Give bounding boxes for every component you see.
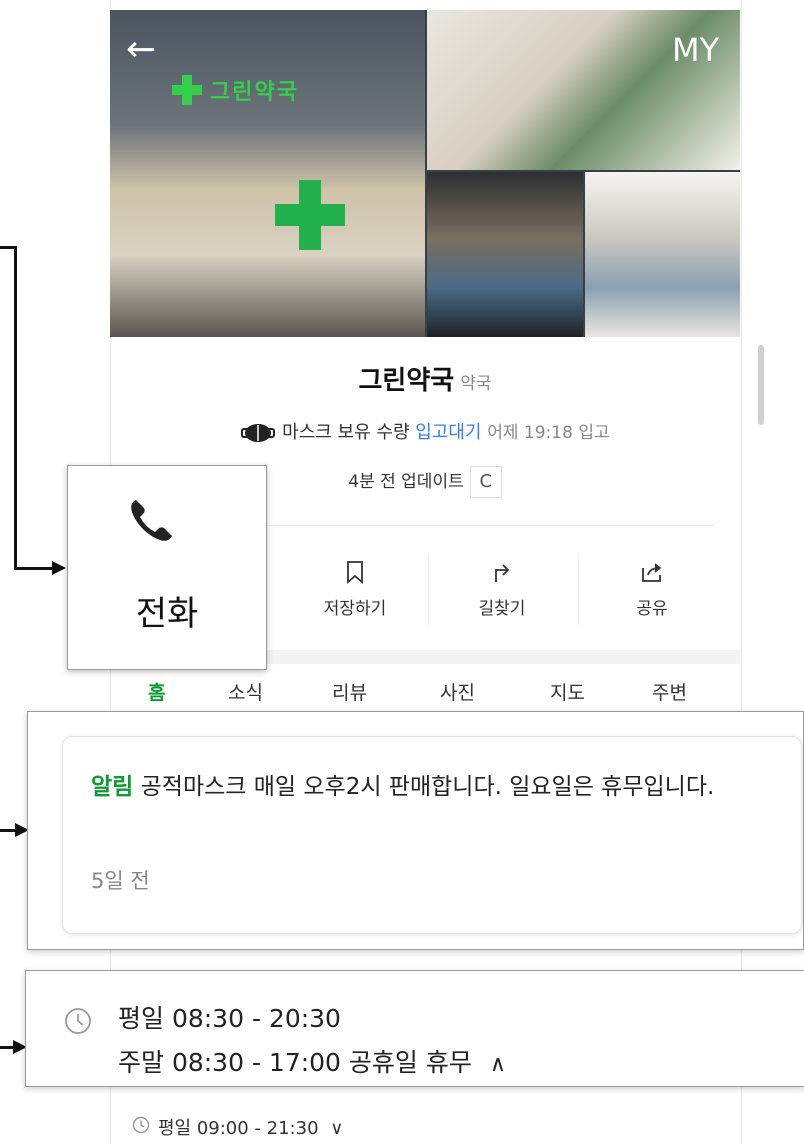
place-name: 그린약국	[358, 366, 455, 396]
save-button[interactable]: 저장하기	[285, 560, 425, 619]
clock-icon	[65, 1008, 91, 1034]
store-sign-text: 그린약국	[210, 80, 299, 105]
mask-label: 마스크 보유 수량	[282, 422, 410, 443]
arrowhead-icon	[52, 561, 66, 575]
directions-button[interactable]: 길찾기	[432, 560, 572, 619]
connector-line	[14, 567, 56, 570]
tab-nearby[interactable]: 주변	[652, 678, 687, 705]
hours-weekend: 주말 08:30 - 17:00 공휴일 휴무	[118, 1048, 472, 1077]
mask-stock-time: 어제 19:18 입고	[487, 423, 610, 443]
place-title-row: 그린약국 약국	[110, 360, 740, 397]
refresh-icon[interactable]: C	[469, 466, 502, 498]
storefront-photo[interactable]	[110, 10, 425, 337]
tab-news[interactable]: 소식	[228, 678, 263, 705]
tab-photos[interactable]: 사진	[440, 678, 475, 705]
hours-callout[interactable]: 평일 08:30 - 20:30 주말 08:30 - 17:00 공휴일 휴무…	[25, 970, 804, 1087]
directions-icon	[432, 560, 572, 594]
pharmacy-cross-icon	[172, 75, 202, 105]
divider	[578, 555, 579, 625]
share-button[interactable]: 공유	[582, 560, 722, 619]
notice-message: 공적마스크 매일 오후2시 판매합니다. 일요일은 휴무입니다.	[140, 774, 715, 800]
update-text: 4분 전 업데이트	[348, 472, 464, 492]
tab-reviews[interactable]: 리뷰	[332, 678, 367, 705]
tab-bar: 홈 소식 리뷰 사진 지도 주변	[110, 678, 740, 712]
tab-map[interactable]: 지도	[550, 678, 585, 705]
notice-card[interactable]: 알림 공적마스크 매일 오후2시 판매합니다. 일요일은 휴무입니다. 5일 전	[62, 736, 802, 934]
hours-summary: 평일 09:00 - 21:30	[158, 1118, 319, 1139]
divider	[265, 525, 715, 526]
notice-text-block: 알림 공적마스크 매일 오후2시 판매합니다. 일요일은 휴무입니다.	[91, 767, 771, 807]
phone-icon	[131, 500, 172, 541]
share-icon	[582, 560, 722, 594]
my-button[interactable]: MY	[672, 32, 719, 68]
call-button-callout[interactable]: 전화	[67, 465, 267, 670]
hours-weekend-row: 주말 08:30 - 17:00 공휴일 휴무 ∧	[118, 1043, 506, 1079]
save-label: 저장하기	[323, 599, 387, 619]
place-category: 약국	[460, 374, 492, 394]
directions-label: 길찾기	[478, 599, 526, 619]
mask-icon	[241, 424, 276, 442]
tab-home[interactable]: 홈	[148, 678, 165, 705]
back-arrow-icon[interactable]: ←	[126, 32, 156, 68]
share-label: 공유	[636, 599, 668, 619]
mask-stock-row: 마스크 보유 수량 입고대기 어제 19:18 입고	[110, 418, 740, 444]
interior-photo-3[interactable]	[585, 172, 740, 337]
notice-tag: 알림	[91, 774, 134, 800]
expand-toggle-icon[interactable]: ∨	[330, 1118, 343, 1139]
divider	[428, 555, 429, 625]
hours-summary-row[interactable]: 평일 09:00 - 21:30 ∨	[158, 1114, 343, 1140]
notice-callout: 알림 공적마스크 매일 오후2시 판매합니다. 일요일은 휴무입니다. 5일 전	[27, 711, 804, 950]
hours-weekday: 평일 08:30 - 20:30	[118, 1004, 341, 1033]
photo-gallery[interactable]: 그린약국	[110, 10, 740, 337]
collapse-toggle-icon[interactable]: ∧	[490, 1052, 506, 1077]
call-label: 전화	[135, 594, 199, 634]
mask-status: 입고대기	[415, 422, 482, 443]
notice-time: 5일 전	[91, 869, 150, 893]
interior-photo-2[interactable]	[427, 172, 583, 337]
clock-icon	[132, 1116, 150, 1134]
scrollbar[interactable]	[758, 345, 764, 425]
bookmark-icon	[285, 560, 425, 594]
window-cross-icon	[275, 180, 345, 250]
connector-line	[14, 246, 17, 570]
